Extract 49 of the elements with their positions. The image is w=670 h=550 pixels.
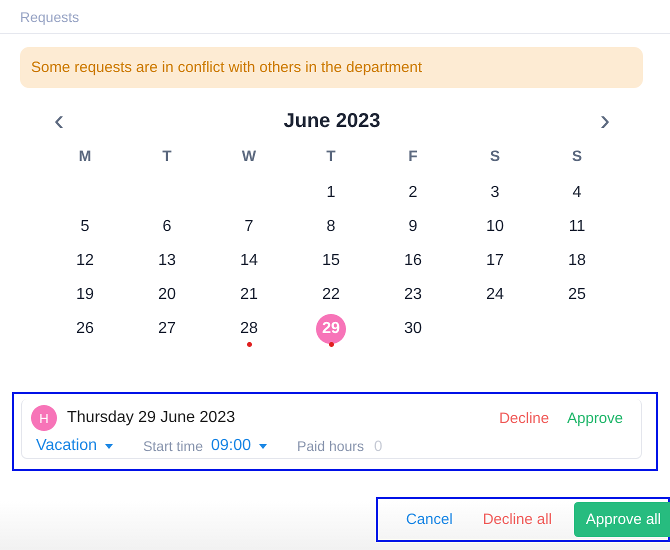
caret-icon	[105, 444, 114, 448]
calendar-day[interactable]: 15	[316, 246, 346, 276]
calendar-day[interactable]: 3	[480, 178, 510, 208]
type-dropdown[interactable]: Vacation	[36, 437, 114, 455]
calendar-day[interactable]: 24	[480, 280, 510, 310]
calendar-day[interactable]: 16	[398, 246, 428, 276]
calendar-day[interactable]: 10	[480, 212, 510, 242]
page-title: Requests	[20, 8, 80, 24]
calendar-day[interactable]: 21	[234, 280, 264, 310]
calendar-day[interactable]: 1	[316, 178, 346, 208]
calendar-day[interactable]: 22	[316, 280, 346, 310]
weekday-label: S	[570, 148, 583, 167]
calendar-day[interactable]: 26	[70, 314, 100, 344]
calendar-day[interactable]: 11	[562, 212, 592, 242]
calendar-day[interactable]: 27	[152, 314, 182, 344]
calendar-day[interactable]: 23	[398, 280, 428, 310]
calendar-day[interactable]: 7	[234, 212, 264, 242]
avatar: H	[31, 405, 57, 431]
conflict-alert: Some requests are in conflict with others in the department	[20, 47, 643, 88]
weekday-label: T	[161, 148, 173, 167]
calendar-day[interactable]: 2	[398, 178, 428, 208]
calendar-day[interactable]: 14	[234, 246, 264, 276]
calendar-day[interactable]: 9	[398, 212, 428, 242]
calendar-day[interactable]: 8	[316, 212, 346, 242]
month-title: June 2023	[284, 110, 380, 132]
weekday-label: F	[407, 148, 419, 167]
calendar-day[interactable]: 12	[70, 246, 100, 276]
calendar-day[interactable]: 6	[152, 212, 182, 242]
weekday-label: S	[488, 148, 501, 167]
weekday-label: T	[325, 148, 337, 167]
calendar-day[interactable]: 25	[562, 280, 592, 310]
calendar-day[interactable]: 18	[562, 246, 592, 276]
calendar-day[interactable]: 13	[152, 246, 182, 276]
start-time-dropdown[interactable]: 09:00	[210, 437, 268, 455]
calendar-day[interactable]: 5	[70, 212, 100, 242]
caret-icon	[259, 444, 268, 448]
request-date: Thursday 29 June 2023	[67, 409, 236, 427]
next-month-button[interactable]: ›	[596, 108, 614, 134]
weekday-label: M	[78, 148, 92, 167]
calendar-day[interactable]: 30	[398, 314, 428, 344]
previous-month-button[interactable]: ‹	[50, 108, 68, 134]
calendar-day[interactable]: 17	[480, 246, 510, 276]
paid-hours-label: Paid hours	[297, 438, 364, 454]
start-time-label: Start time	[143, 438, 203, 454]
calendar-day[interactable]: 28	[234, 314, 264, 344]
calendar-day[interactable]: 4	[562, 178, 592, 208]
calendar-day[interactable]: 20	[152, 280, 182, 310]
weekday-label: W	[240, 148, 258, 167]
calendar-day[interactable]: 19	[70, 280, 100, 310]
